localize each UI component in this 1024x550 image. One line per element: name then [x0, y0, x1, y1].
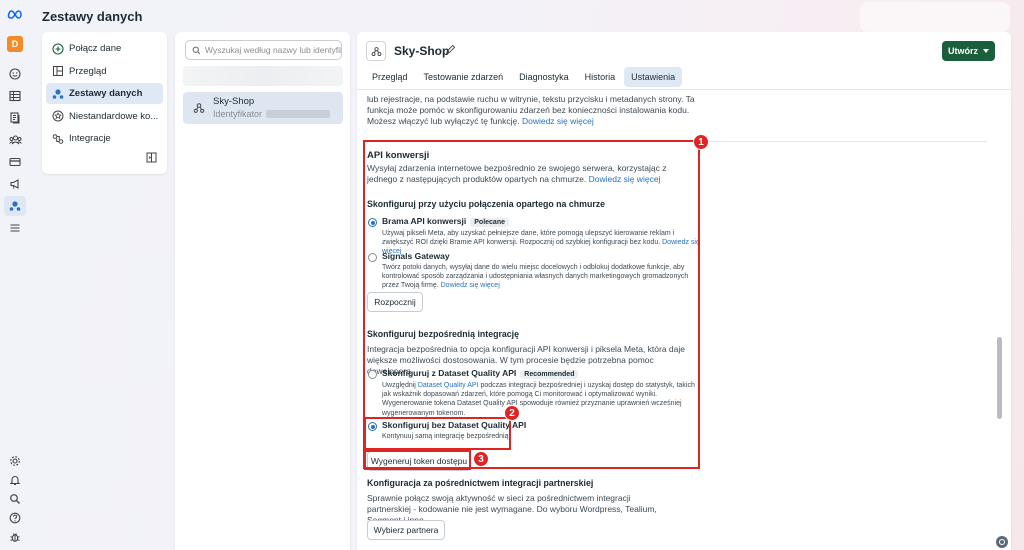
help-bubble-icon[interactable]	[996, 536, 1008, 548]
redacted-id	[266, 110, 331, 118]
help-icon[interactable]	[4, 508, 26, 527]
nav-item-label: Integracje	[69, 133, 111, 144]
edit-pencil-icon[interactable]	[445, 44, 456, 58]
bell-icon[interactable]	[4, 470, 26, 489]
chevron-down-icon	[983, 49, 989, 53]
tab-overview[interactable]: Przegląd	[365, 67, 415, 87]
star-icon	[52, 110, 64, 122]
scrollbar-thumb[interactable]	[997, 337, 1002, 419]
table-icon[interactable]	[4, 86, 26, 106]
collapse-panel-icon[interactable]	[146, 152, 157, 166]
tab-diagnostics[interactable]: Diagnostyka	[512, 67, 576, 87]
content-scrollbar[interactable]	[997, 94, 1002, 534]
nav-item-label: Połącz dane	[69, 43, 122, 54]
dataset-id-label: Identyfikator	[213, 109, 263, 119]
nav-item-custom-conversions[interactable]: Niestandardowe ko...	[46, 106, 163, 127]
search-icon[interactable]	[4, 489, 26, 508]
create-button-label: Utwórz	[948, 46, 978, 56]
dataset-id: Identyfikator	[213, 109, 337, 119]
bug-report-icon[interactable]	[4, 527, 26, 546]
dataset-list-panel: Wyszukaj według nazwy lub identyfikatora…	[175, 32, 350, 550]
annotation-marker-1: 1	[693, 134, 709, 150]
integrations-icon	[52, 133, 64, 144]
audience-icon[interactable]	[4, 130, 26, 150]
menu-icon[interactable]	[4, 218, 26, 238]
dataset-icon	[52, 88, 64, 99]
meta-logo-icon[interactable]	[7, 8, 23, 20]
tab-history[interactable]: Historia	[578, 67, 623, 87]
events-manager-icon[interactable]	[4, 196, 26, 216]
nav-item-datasets[interactable]: Zestawy danych	[46, 83, 163, 104]
tab-settings[interactable]: Ustawienia	[624, 67, 683, 87]
nav-item-label: Niestandardowe ko...	[69, 110, 159, 122]
choose-partner-button[interactable]: Wybierz partnera	[367, 520, 445, 540]
blurred-list-row	[183, 66, 343, 86]
dataset-list-item[interactable]: Sky-Shop Identyfikator	[183, 92, 343, 124]
top-right-blurred-area	[860, 2, 1010, 32]
annotation-box-3	[364, 450, 471, 470]
annotation-marker-3: 3	[473, 451, 489, 467]
layout-icon	[53, 66, 63, 76]
nav-item-integrations[interactable]: Integracje	[46, 128, 163, 149]
account-avatar[interactable]: D	[7, 36, 23, 52]
left-rail: D	[0, 0, 30, 550]
auto-events-description: lub rejestracje, na podstawie ruchu w wi…	[367, 94, 697, 127]
nav-item-label: Przegląd	[69, 65, 107, 77]
plus-circle-icon	[52, 42, 64, 55]
dataset-title: Sky-Shop	[394, 44, 450, 58]
search-icon	[192, 46, 201, 54]
page-title: Zestawy danych	[42, 9, 143, 24]
dataset-icon	[366, 41, 386, 61]
settings-icon[interactable]	[4, 451, 26, 470]
tab-test-events[interactable]: Testowanie zdarzeń	[417, 67, 511, 87]
smile-icon[interactable]	[4, 64, 26, 84]
create-button[interactable]: Utwórz	[942, 41, 995, 61]
dataset-name: Sky-Shop	[213, 96, 255, 107]
nav-item-connect-data[interactable]: Połącz dane	[46, 38, 163, 59]
search-placeholder: Wyszukaj według nazwy lub identyfikatora	[205, 45, 341, 55]
events-manager-nav: Połącz dane Przegląd Zestawy danych Nies…	[42, 32, 167, 174]
dataset-search-input[interactable]: Wyszukaj według nazwy lub identyfikatora	[185, 40, 342, 60]
pages-icon[interactable]	[4, 108, 26, 128]
annotation-box-2	[364, 417, 511, 450]
partner-integration-title: Konfiguracja za pośrednictwem integracji…	[367, 478, 594, 488]
nav-item-overview[interactable]: Przegląd	[46, 61, 163, 82]
annotation-marker-2: 2	[504, 405, 520, 421]
learn-more-link[interactable]: Dowiedz się więcej	[522, 116, 594, 126]
megaphone-icon[interactable]	[4, 174, 26, 194]
nav-item-label: Zestawy danych	[69, 88, 143, 99]
dataset-icon	[193, 103, 205, 113]
details-header: Sky-Shop Utwórz Przegląd Testowanie zdar…	[357, 32, 1011, 90]
billing-icon[interactable]	[4, 152, 26, 172]
details-tabs: Przegląd Testowanie zdarzeń Diagnostyka …	[365, 67, 684, 87]
